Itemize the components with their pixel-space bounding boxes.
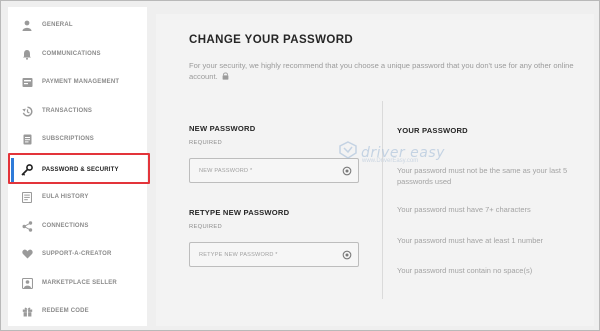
security-intro-text: For your security, we highly recommend t…	[189, 60, 587, 83]
active-indicator	[11, 158, 14, 182]
sidebar-item-redeem-code[interactable]: REDEEM CODE	[8, 297, 147, 325]
history-icon	[20, 104, 34, 118]
sidebar-item-marketplace-seller[interactable]: MARKETPLACE SELLER	[8, 269, 147, 297]
watermark: driver easy www.DriverEasy.com	[338, 141, 445, 164]
key-icon	[20, 163, 34, 177]
window-frame: GENERAL COMMUNICATIONS PAYMENT MANAGEMEN…	[0, 0, 600, 331]
column-divider	[382, 101, 383, 299]
show-password-icon[interactable]	[341, 165, 353, 177]
sidebar-item-label: REDEEM CODE	[42, 308, 89, 314]
retype-password-field[interactable]: RETYPE NEW PASSWORD *	[189, 242, 359, 267]
sidebar-item-communications[interactable]: COMMUNICATIONS	[8, 40, 147, 68]
person-icon	[20, 18, 34, 32]
show-retype-password-icon[interactable]	[341, 249, 353, 261]
password-rule: Your password must not be the same as yo…	[397, 166, 568, 186]
password-rule: Your password must have 7+ characters	[397, 205, 531, 214]
new-password-placeholder: NEW PASSWORD *	[199, 167, 253, 174]
watermark-url: www.DriverEasy.com	[362, 158, 419, 164]
lock-icon	[222, 72, 229, 83]
gift-icon	[20, 304, 34, 318]
user-icon	[20, 276, 34, 290]
sidebar-item-eula-history[interactable]: EULA HISTORY	[8, 183, 147, 211]
new-password-required: REQUIRED	[189, 140, 222, 146]
password-rule: Your password must contain no space(s)	[397, 266, 533, 275]
sidebar-item-label: SUBSCRIPTIONS	[42, 136, 94, 142]
sidebar-item-support-a-creator[interactable]: SUPPORT-A-CREATOR	[8, 240, 147, 268]
sidebar-item-transactions[interactable]: TRANSACTIONS	[8, 97, 147, 125]
page-title: CHANGE YOUR PASSWORD	[189, 34, 354, 46]
intro-text: For your security, we highly recommend t…	[189, 61, 574, 81]
sidebar-item-label: TRANSACTIONS	[42, 108, 93, 114]
sidebar-item-password-security[interactable]: PASSWORD & SECURITY	[8, 156, 147, 184]
change-password-panel: CHANGE YOUR PASSWORD For your security, …	[156, 14, 594, 326]
sidebar-item-general[interactable]: GENERAL	[8, 11, 147, 39]
retype-password-placeholder: RETYPE NEW PASSWORD *	[199, 251, 278, 258]
password-rule: Your password must have at least 1 numbe…	[397, 236, 544, 245]
sidebar-item-label: CONNECTIONS	[42, 223, 89, 229]
watermark-logo-icon	[338, 141, 358, 164]
document-icon	[20, 190, 34, 204]
new-password-label: NEW PASSWORD	[189, 124, 256, 133]
retype-password-required: REQUIRED	[189, 224, 222, 230]
password-rules-title: YOUR PASSWORD	[397, 126, 468, 135]
sidebar-item-label: EULA HISTORY	[42, 194, 89, 200]
new-password-field[interactable]: NEW PASSWORD *	[189, 158, 359, 183]
sidebar-item-connections[interactable]: CONNECTIONS	[8, 212, 147, 240]
sidebar-item-label: PAYMENT MANAGEMENT	[42, 79, 120, 85]
sidebar-item-payment-management[interactable]: PAYMENT MANAGEMENT	[8, 68, 147, 96]
card-icon	[20, 75, 34, 89]
sidebar-item-label: COMMUNICATIONS	[42, 51, 101, 57]
share-icon	[20, 219, 34, 233]
heart-icon	[20, 247, 34, 261]
account-sidebar: GENERAL COMMUNICATIONS PAYMENT MANAGEMEN…	[8, 7, 147, 326]
sidebar-item-label: SUPPORT-A-CREATOR	[42, 251, 112, 257]
sidebar-item-label: PASSWORD & SECURITY	[42, 167, 119, 173]
retype-password-label: RETYPE NEW PASSWORD	[189, 208, 290, 217]
sidebar-item-label: GENERAL	[42, 22, 73, 28]
sidebar-item-label: MARKETPLACE SELLER	[42, 280, 117, 286]
sidebar-item-subscriptions[interactable]: SUBSCRIPTIONS	[8, 125, 147, 153]
file-icon	[20, 132, 34, 146]
bell-icon	[20, 47, 34, 61]
